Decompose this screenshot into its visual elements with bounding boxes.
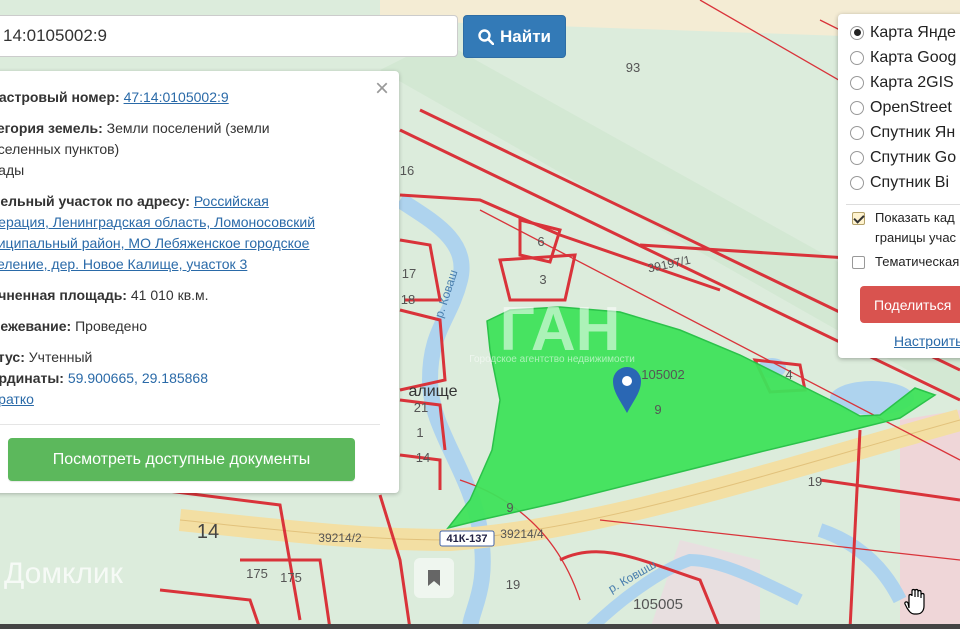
category-label: тегория земель: <box>0 120 103 136</box>
map-label: алище <box>408 383 457 400</box>
map-label: 1 <box>416 425 423 440</box>
svg-text:41К-137: 41К-137 <box>447 533 488 545</box>
layer-option[interactable]: OpenStreet <box>850 95 952 120</box>
area-label: очненная площадь: <box>0 287 127 303</box>
map-label: 19 <box>506 577 520 592</box>
status-value: Учтенный <box>28 349 93 365</box>
map-label: 6 <box>537 234 544 249</box>
parcel-info-panel: × дастровый номер: 47:14:0105002:9 тегор… <box>0 71 399 493</box>
category-value-line: оселенных пунктов) <box>0 141 120 157</box>
category-value-line: лады <box>0 162 25 178</box>
map-label: 105005 <box>633 596 683 613</box>
search-button[interactable]: Найти <box>463 15 566 58</box>
layer-option[interactable]: Спутник Ян <box>850 120 955 145</box>
map-label: 19 <box>808 474 822 489</box>
map-label: 3 <box>539 272 546 287</box>
radio-icon <box>850 125 864 140</box>
layer-option-label: Спутник Bi <box>870 173 949 191</box>
map-label: 14 <box>416 450 430 465</box>
layer-option-label: Карта Янде <box>870 23 956 41</box>
address-link[interactable]: Российская <box>194 193 269 209</box>
category-value: Земли поселений (земли <box>106 120 270 136</box>
map-label: 105002 <box>641 367 684 382</box>
map-label: 21 <box>414 400 428 415</box>
survey-label: межевание: <box>0 318 72 334</box>
cadastral-label: дастровый номер: <box>0 89 120 105</box>
layer-option[interactable]: Спутник Go <box>850 145 956 170</box>
road-label: 39214/2 <box>318 531 362 545</box>
map-label: 175 <box>246 566 268 581</box>
category-row: тегория земель: Земли поселений (земли <box>0 118 360 139</box>
layer-option[interactable]: Спутник Bi <box>850 170 949 195</box>
coords-label: ординаты: <box>0 370 64 386</box>
survey-row: межевание: Проведено <box>0 316 360 337</box>
layer-option[interactable]: Карта Goog <box>850 45 956 70</box>
radio-icon <box>850 25 864 40</box>
address-row: мельный участок по адресу: Российская <box>0 191 360 212</box>
radio-icon <box>850 75 864 90</box>
show-borders-checkbox[interactable]: Показать кад границы учас <box>852 208 956 248</box>
show-borders-line: Показать кад <box>875 210 955 225</box>
layer-option-label: Спутник Ян <box>870 123 956 141</box>
map-layers-panel: Карта Янде Карта Goog Карта 2GIS OpenStr… <box>838 14 960 358</box>
show-borders-label: Показать кад границы учас <box>875 208 956 248</box>
map-label: 16 <box>400 163 414 178</box>
address-link[interactable]: селение, дер. Новое Калище, участок 3 <box>0 254 360 275</box>
radio-icon <box>850 100 864 115</box>
cadastral-link[interactable]: 47:14:0105002:9 <box>124 89 229 105</box>
watermark-subtitle: Городское агентство недвижимости <box>469 354 635 365</box>
road-label: 39214/4 <box>500 527 544 541</box>
highway-shield: 41К-137 <box>439 530 495 547</box>
bookmark-button[interactable] <box>414 558 454 598</box>
close-icon[interactable]: × <box>375 77 389 101</box>
bookmark-icon <box>428 570 440 586</box>
address-label: мельный участок по адресу: <box>0 193 190 209</box>
search-icon <box>478 28 495 45</box>
area-row: очненная площадь: 41 010 кв.м. <box>0 285 360 306</box>
coords-value[interactable]: 59.900665, 29.185868 <box>68 370 208 386</box>
configure-link[interactable]: Настроить <box>894 333 960 349</box>
bottom-bar <box>0 624 960 629</box>
domclick-logo: Домклик <box>4 557 124 590</box>
address-link[interactable]: дерация, Ленинградская область, Ломоносо… <box>0 212 360 233</box>
thematic-label: Тематическая <box>875 254 960 269</box>
map-label: 9 <box>506 500 513 515</box>
status-label: атус: <box>0 349 25 365</box>
brief-row: Кратко <box>0 389 360 410</box>
search-input[interactable] <box>0 15 458 57</box>
view-documents-button[interactable]: Посмотреть доступные документы <box>8 438 355 481</box>
thematic-checkbox[interactable]: Тематическая <box>852 252 959 272</box>
map-label: 17 <box>402 266 416 281</box>
divider <box>0 424 380 425</box>
coords-row: ординаты: 59.900665, 29.185868 <box>0 368 360 389</box>
layer-option-label: Спутник Go <box>870 148 957 166</box>
brief-link[interactable]: Кратко <box>0 391 34 407</box>
layer-option-label: Карта 2GIS <box>870 73 954 91</box>
map-label: 175 <box>280 570 302 585</box>
show-borders-line: границы учас <box>875 230 957 245</box>
area-value: 41 010 кв.м. <box>130 287 209 303</box>
status-row: атус: Учтенный <box>0 347 360 368</box>
radio-icon <box>850 150 864 165</box>
map-label: 93 <box>626 60 640 75</box>
layer-option-label: OpenStreet <box>870 98 952 116</box>
layer-option-label: Карта Goog <box>870 48 957 66</box>
checkbox-icon <box>852 256 865 269</box>
address-link[interactable]: ниципальный район, МО Лебяженское городс… <box>0 233 360 254</box>
map-label: 18 <box>401 292 415 307</box>
radio-icon <box>850 175 864 190</box>
checkbox-checked-icon <box>852 212 865 225</box>
map-label: 14 <box>197 521 219 543</box>
divider <box>846 204 960 205</box>
share-button[interactable]: Поделиться <box>860 286 960 323</box>
radio-icon <box>850 50 864 65</box>
map-label: 9 <box>654 402 661 417</box>
cadastral-row: дастровый номер: 47:14:0105002:9 <box>0 87 360 108</box>
layer-option[interactable]: Карта 2GIS <box>850 70 954 95</box>
search-button-label: Найти <box>500 26 551 46</box>
layer-option[interactable]: Карта Янде <box>850 20 956 45</box>
survey-value: Проведено <box>75 318 147 334</box>
map-label: 4 <box>785 367 792 382</box>
